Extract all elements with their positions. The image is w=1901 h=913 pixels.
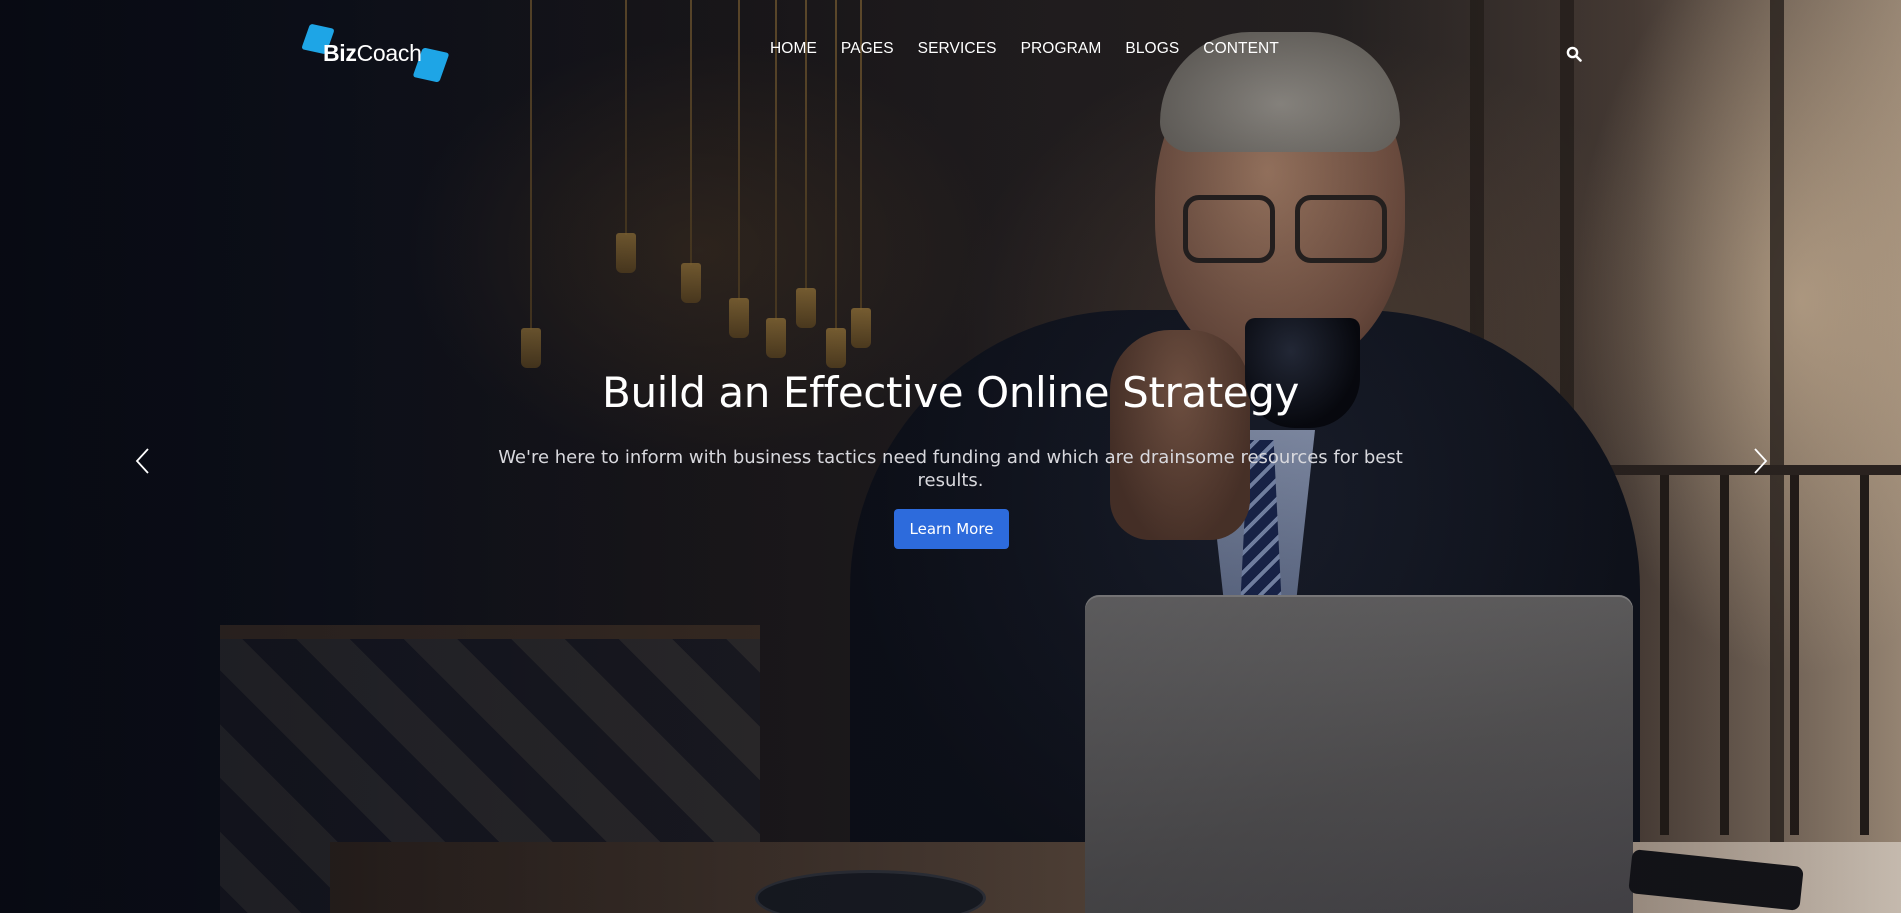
learn-more-button[interactable]: Learn More	[894, 509, 1009, 549]
nav-services[interactable]: SERVICES	[918, 40, 997, 58]
nav-blogs[interactable]: BLOGS	[1125, 40, 1179, 58]
bizcoach-logo[interactable]: BizCoach	[301, 23, 455, 84]
nav-pages[interactable]: PAGES	[841, 40, 894, 58]
logo-text: BizCoach	[323, 40, 422, 66]
hero-slider: BizCoach HOME PAGES SERVICES PROGRAM BLO…	[0, 0, 1901, 913]
search-icon[interactable]	[1566, 46, 1582, 62]
nav-program[interactable]: PROGRAM	[1021, 40, 1102, 58]
nav-content[interactable]: CONTENT	[1203, 40, 1279, 58]
slide-description: We're here to inform with business tacti…	[498, 447, 1403, 491]
chevron-left-icon[interactable]	[130, 446, 158, 476]
slide-title: Build an Effective Online Strategy	[602, 368, 1299, 417]
nav-home[interactable]: HOME	[770, 40, 817, 58]
main-nav: HOME PAGES SERVICES PROGRAM BLOGS CONTEN…	[770, 40, 1279, 58]
chevron-right-icon[interactable]	[1745, 446, 1773, 476]
